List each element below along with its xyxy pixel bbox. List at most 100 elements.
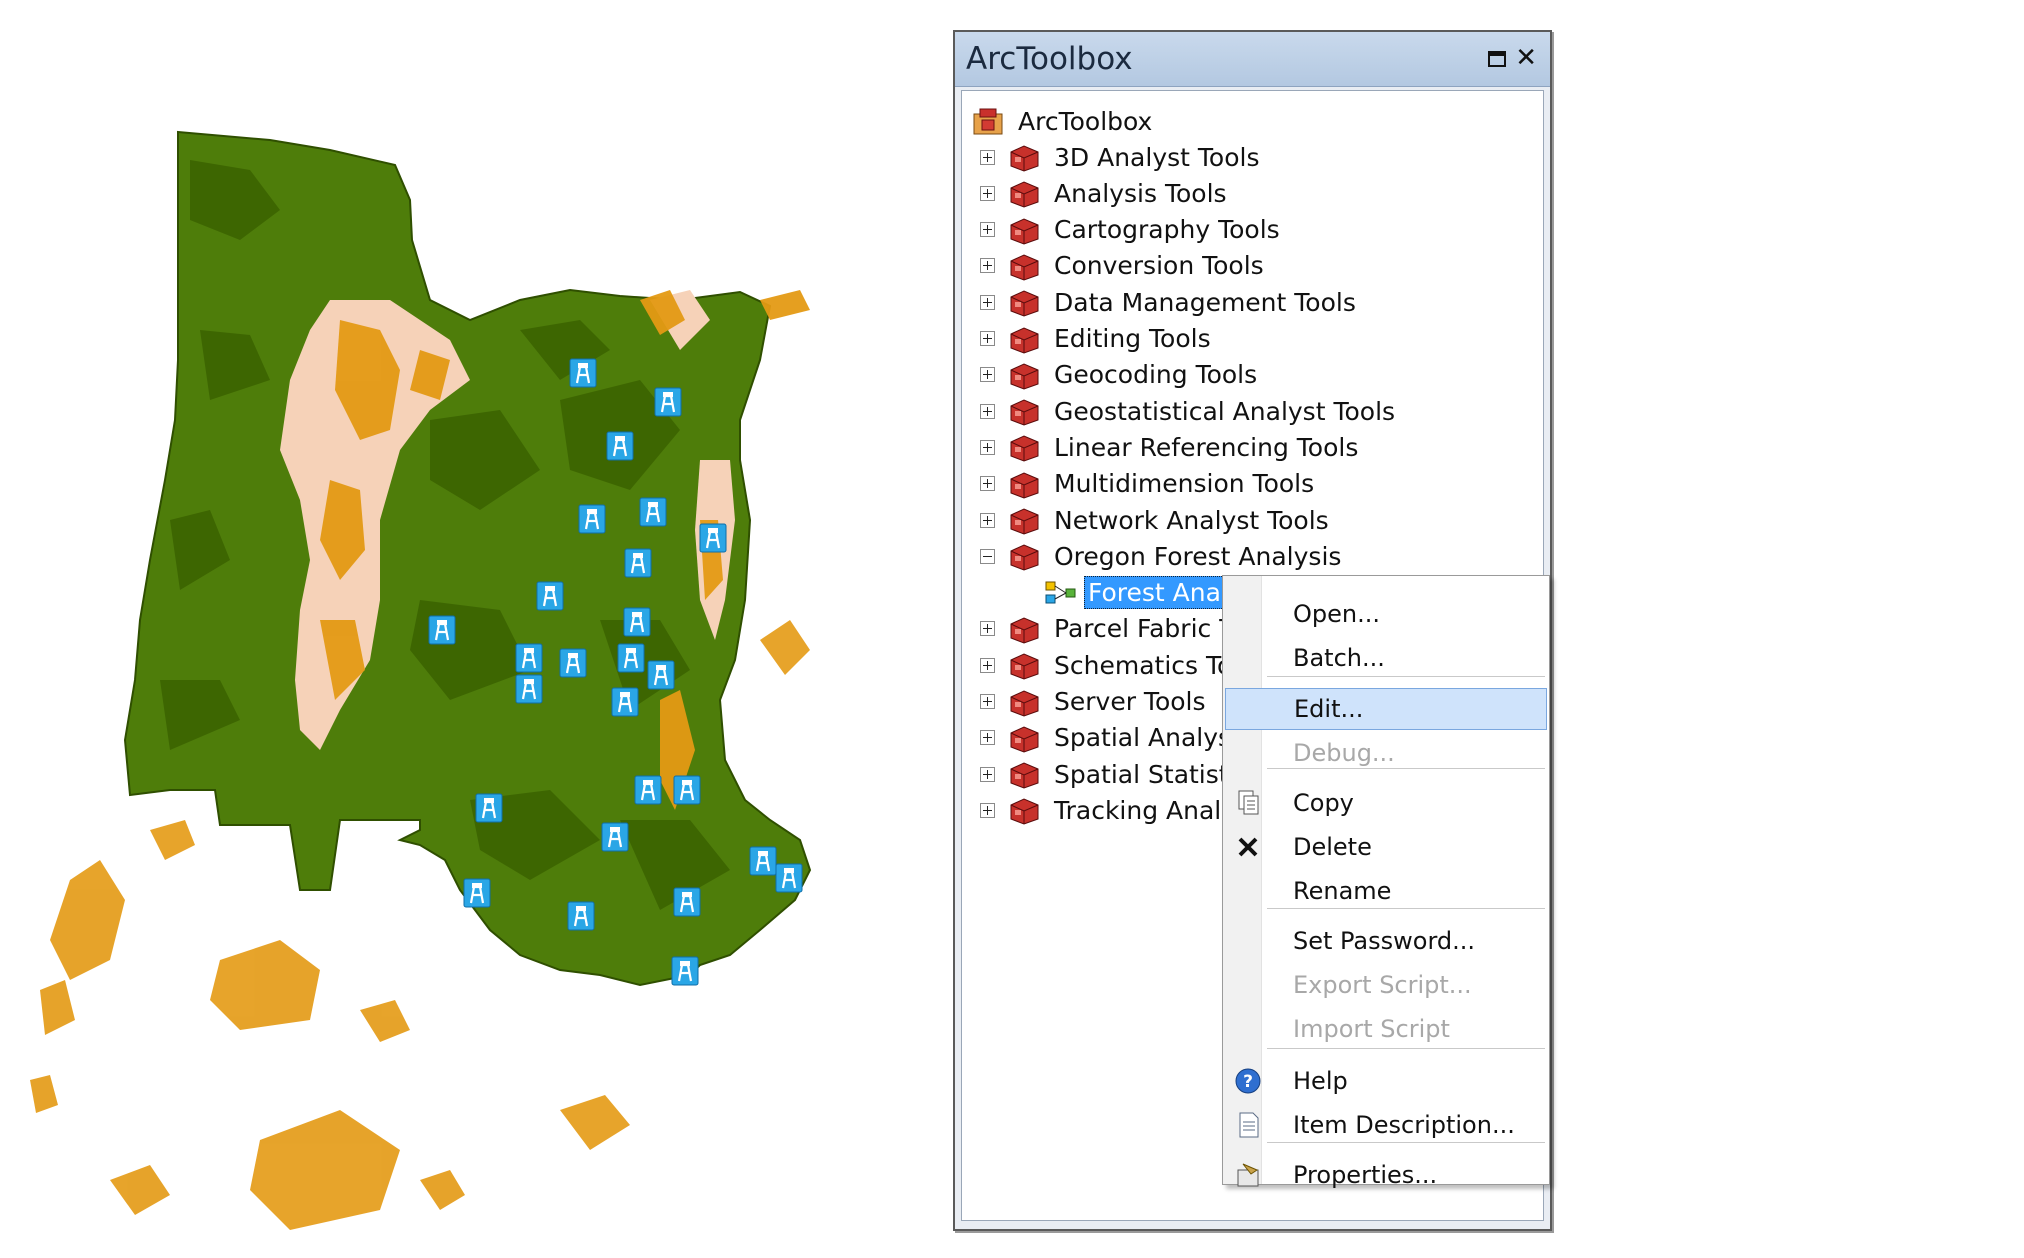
expand-icon[interactable] bbox=[980, 149, 995, 165]
tree-item-editing-tools[interactable]: Editing Tools bbox=[980, 321, 1214, 357]
tree-item-data-management-tools[interactable]: Data Management Tools bbox=[980, 284, 1359, 320]
tree-item-linear-referencing-tools[interactable]: Linear Referencing Tools bbox=[980, 429, 1361, 465]
expand-icon[interactable] bbox=[980, 439, 995, 455]
expand-icon[interactable] bbox=[980, 657, 995, 673]
tree-item-tracking-analyst-tools[interactable]: Tracking Analyst Tools bbox=[980, 792, 1250, 828]
menu-item-label: Debug... bbox=[1293, 739, 1395, 767]
toolbox-icon bbox=[1010, 689, 1039, 717]
menu-item-label: Import Script bbox=[1293, 1015, 1450, 1043]
tree-item-oregon-forest-analysis[interactable]: Oregon Forest Analysis bbox=[980, 538, 1344, 574]
lookout-tower-icon[interactable] bbox=[578, 504, 606, 534]
menu-item-copy[interactable]: Copy bbox=[1225, 782, 1547, 824]
toolbox-icon bbox=[1010, 472, 1039, 499]
collapse-icon[interactable] bbox=[980, 548, 995, 564]
menu-item-edit[interactable]: Edit... bbox=[1225, 688, 1547, 730]
document-icon bbox=[1239, 1112, 1259, 1138]
menu-item-label: Properties... bbox=[1293, 1161, 1438, 1189]
map-view[interactable] bbox=[0, 0, 960, 1258]
lookout-tower-icon[interactable] bbox=[515, 643, 543, 673]
toolbox-icon bbox=[1010, 762, 1039, 789]
titlebar[interactable]: ArcToolbox ✕ bbox=[955, 32, 1550, 87]
forest-map[interactable] bbox=[0, 0, 960, 1258]
lookout-tower-icon[interactable] bbox=[634, 775, 662, 805]
lookout-tower-icon[interactable] bbox=[671, 956, 699, 986]
menu-item-label: Export Script... bbox=[1293, 971, 1472, 999]
menu-item-rename[interactable]: Rename bbox=[1225, 870, 1547, 912]
lookout-tower-icon[interactable] bbox=[567, 901, 595, 931]
lookout-tower-icon[interactable] bbox=[606, 431, 634, 461]
tree-item-schematics-tools[interactable]: Schematics Tools bbox=[980, 647, 1245, 683]
lookout-tower-icon[interactable] bbox=[617, 643, 645, 673]
lookout-tower-icon[interactable] bbox=[559, 648, 587, 678]
lookout-tower-icon[interactable] bbox=[647, 660, 675, 690]
toolbox-icon bbox=[1010, 435, 1039, 462]
menu-item-import-script: Import Script bbox=[1225, 1008, 1547, 1050]
tree-item-analysis-tools[interactable]: Analysis Tools bbox=[980, 175, 1230, 211]
lookout-tower-icon[interactable] bbox=[673, 775, 701, 805]
tree-item-conversion-tools[interactable]: Conversion Tools bbox=[980, 248, 1267, 284]
tree-item-3d-analyst-tools[interactable]: 3D Analyst Tools bbox=[980, 139, 1262, 175]
lookout-tower-icon[interactable] bbox=[611, 687, 639, 717]
menu-item-label: Rename bbox=[1293, 877, 1392, 905]
tree-item-geocoding-tools[interactable]: Geocoding Tools bbox=[980, 357, 1260, 393]
menu-item-open[interactable]: Open... bbox=[1225, 593, 1547, 635]
expand-icon[interactable] bbox=[980, 694, 995, 709]
tree-item-multidimension-tools[interactable]: Multidimension Tools bbox=[980, 466, 1317, 502]
expand-icon[interactable] bbox=[980, 294, 995, 310]
expand-icon[interactable] bbox=[980, 258, 995, 274]
lookout-tower-icon[interactable] bbox=[623, 607, 651, 637]
menu-item-delete[interactable]: Delete bbox=[1225, 826, 1547, 868]
tree-item-label: Multidimension Tools bbox=[1054, 469, 1315, 499]
menu-item-export-script: Export Script... bbox=[1225, 964, 1547, 1006]
lookout-tower-icon[interactable] bbox=[749, 846, 777, 876]
tree-item-parcel-fabric-tools[interactable]: Parcel Fabric Tools bbox=[980, 611, 1245, 647]
menu-item-properties[interactable]: Properties... bbox=[1225, 1154, 1547, 1196]
expand-icon[interactable] bbox=[980, 512, 995, 528]
close-icon[interactable]: ✕ bbox=[1515, 43, 1537, 73]
menu-item-help[interactable]: ? Help bbox=[1225, 1060, 1547, 1102]
lookout-tower-icon[interactable] bbox=[536, 581, 564, 611]
lookout-tower-icon[interactable] bbox=[428, 615, 456, 645]
lookout-tower-icon[interactable] bbox=[673, 887, 701, 917]
tree-item-geostatistical-analyst-tools[interactable]: Geostatistical Analyst Tools bbox=[980, 393, 1398, 429]
expand-icon[interactable] bbox=[980, 621, 995, 637]
expand-icon[interactable] bbox=[980, 802, 995, 818]
maximize-icon[interactable] bbox=[1488, 51, 1506, 67]
tree-item-label: Parcel Fabric Tools bbox=[1054, 614, 1245, 644]
lookout-tower-icon[interactable] bbox=[639, 497, 667, 527]
lookout-tower-icon[interactable] bbox=[601, 822, 629, 852]
menu-item-item-description[interactable]: Item Description... bbox=[1225, 1104, 1547, 1146]
menu-item-batch[interactable]: Batch... bbox=[1225, 637, 1547, 679]
expand-icon[interactable] bbox=[980, 476, 995, 492]
expand-icon[interactable] bbox=[980, 730, 995, 746]
expand-icon[interactable] bbox=[980, 403, 995, 419]
lookout-tower-icon[interactable] bbox=[699, 523, 727, 553]
expand-icon[interactable] bbox=[980, 367, 995, 383]
tree-item-spatial-analyst-tools[interactable]: Spatial Analyst Tools bbox=[980, 720, 1250, 756]
menu-item-set-password[interactable]: Set Password... bbox=[1225, 920, 1547, 962]
tree-item-cartography-tools[interactable]: Cartography Tools bbox=[980, 212, 1283, 248]
lookout-tower-icon[interactable] bbox=[654, 387, 682, 417]
expand-icon[interactable] bbox=[980, 222, 995, 238]
lookout-tower-icon[interactable] bbox=[624, 548, 652, 578]
expand-icon[interactable] bbox=[980, 766, 995, 782]
lookout-tower-icon[interactable] bbox=[515, 674, 543, 704]
tree-item-label: Server Tools bbox=[1054, 687, 1206, 716]
lookout-tower-icon[interactable] bbox=[775, 863, 803, 893]
expand-icon[interactable] bbox=[980, 185, 995, 201]
toolbox-icon bbox=[1010, 726, 1039, 753]
menu-item-label: Delete bbox=[1293, 833, 1372, 861]
tree-root[interactable]: ArcToolbox bbox=[972, 103, 1155, 139]
context-menu: Open... Batch... Edit... Debug... Copy Delete… bbox=[1222, 575, 1550, 1189]
tree-item-spatial-statistics-tools[interactable]: Spatial Statistics Tools bbox=[980, 756, 1250, 792]
toolbox-icon bbox=[1010, 617, 1039, 644]
expand-icon[interactable] bbox=[980, 331, 995, 346]
lookout-tower-icon[interactable] bbox=[569, 358, 597, 388]
copy-icon bbox=[1238, 790, 1259, 815]
lookout-tower-icon[interactable] bbox=[475, 793, 503, 823]
tree-item-server-tools[interactable]: Server Tools bbox=[980, 684, 1209, 720]
lookout-tower-icon[interactable] bbox=[463, 878, 491, 908]
tree-item-network-analyst-tools[interactable]: Network Analyst Tools bbox=[980, 502, 1332, 538]
svg-text:?: ? bbox=[1243, 1072, 1253, 1092]
tree-item-label: Geocoding Tools bbox=[1054, 360, 1258, 390]
